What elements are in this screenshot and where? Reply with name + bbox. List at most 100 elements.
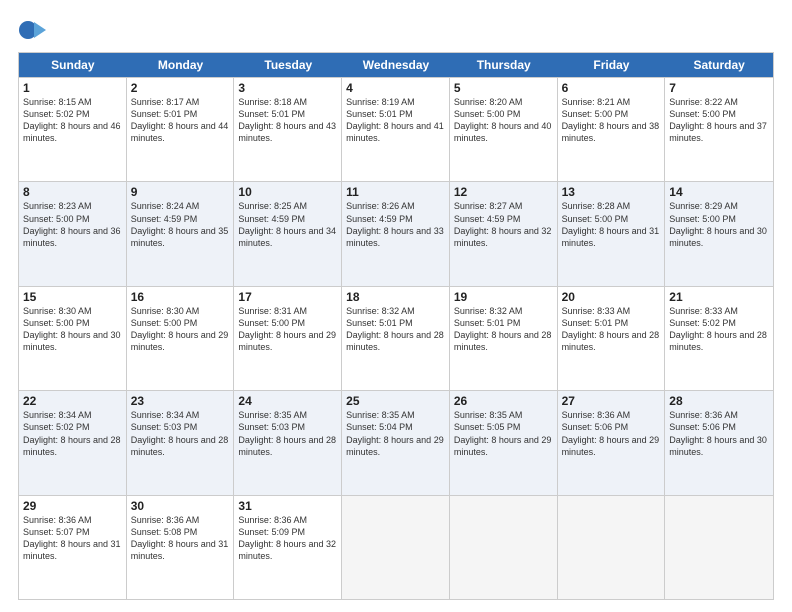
day-number: 9 — [131, 185, 230, 199]
calendar-cell: 25Sunrise: 8:35 AMSunset: 5:04 PMDayligh… — [342, 391, 450, 494]
day-number: 26 — [454, 394, 553, 408]
cell-info: Sunrise: 8:34 AMSunset: 5:02 PMDaylight:… — [23, 410, 121, 456]
day-number: 13 — [562, 185, 661, 199]
day-number: 6 — [562, 81, 661, 95]
calendar-cell: 6 Sunrise: 8:21 AMSunset: 5:00 PMDaylight… — [558, 78, 666, 181]
day-number: 30 — [131, 499, 230, 513]
day-number: 2 — [131, 81, 230, 95]
cell-info: Sunrise: 8:33 AMSunset: 5:01 PMDaylight:… — [562, 306, 660, 352]
calendar-cell: 15 Sunrise: 8:30 AMSunset: 5:00 PMDayligh… — [19, 287, 127, 390]
cell-info: Sunrise: 8:35 AMSunset: 5:05 PMDaylight:… — [454, 410, 552, 456]
cell-info: Sunrise: 8:26 AMSunset: 4:59 PMDaylight:… — [346, 201, 444, 247]
calendar-cell: 11 Sunrise: 8:26 AMSunset: 4:59 PMDayligh… — [342, 182, 450, 285]
day-number: 22 — [23, 394, 122, 408]
day-number: 17 — [238, 290, 337, 304]
header-friday: Friday — [558, 53, 666, 77]
header-sunday: Sunday — [19, 53, 127, 77]
calendar-cell: 8 Sunrise: 8:23 AMSunset: 5:00 PMDaylight… — [19, 182, 127, 285]
day-number: 20 — [562, 290, 661, 304]
cell-info: Sunrise: 8:24 AMSunset: 4:59 PMDaylight:… — [131, 201, 229, 247]
cell-info: Sunrise: 8:30 AMSunset: 5:00 PMDaylight:… — [23, 306, 121, 352]
cell-info: Sunrise: 8:31 AMSunset: 5:00 PMDaylight:… — [238, 306, 336, 352]
calendar-cell: 4 Sunrise: 8:19 AMSunset: 5:01 PMDaylight… — [342, 78, 450, 181]
calendar-cell — [342, 496, 450, 599]
cell-info: Sunrise: 8:27 AMSunset: 4:59 PMDaylight:… — [454, 201, 552, 247]
calendar-cell: 31 Sunrise: 8:36 AMSunset: 5:09 PMDayligh… — [234, 496, 342, 599]
day-number: 11 — [346, 185, 445, 199]
cell-info: Sunrise: 8:21 AMSunset: 5:00 PMDaylight:… — [562, 97, 660, 143]
day-number: 5 — [454, 81, 553, 95]
calendar-cell: 12Sunrise: 8:27 AMSunset: 4:59 PMDayligh… — [450, 182, 558, 285]
day-number: 18 — [346, 290, 445, 304]
cell-info: Sunrise: 8:28 AMSunset: 5:00 PMDaylight:… — [562, 201, 660, 247]
day-number: 10 — [238, 185, 337, 199]
calendar-cell: 3Sunrise: 8:18 AMSunset: 5:01 PMDaylight… — [234, 78, 342, 181]
header-thursday: Thursday — [450, 53, 558, 77]
day-number: 14 — [669, 185, 769, 199]
day-number: 27 — [562, 394, 661, 408]
cell-info: Sunrise: 8:36 AMSunset: 5:07 PMDaylight:… — [23, 515, 121, 561]
cell-info: Sunrise: 8:34 AMSunset: 5:03 PMDaylight:… — [131, 410, 229, 456]
calendar-cell: 2 Sunrise: 8:17 AMSunset: 5:01 PMDaylight… — [127, 78, 235, 181]
calendar-cell: 16 Sunrise: 8:30 AMSunset: 5:00 PMDayligh… — [127, 287, 235, 390]
calendar-cell: 10 Sunrise: 8:25 AMSunset: 4:59 PMDayligh… — [234, 182, 342, 285]
calendar-cell: 30 Sunrise: 8:36 AMSunset: 5:08 PMDayligh… — [127, 496, 235, 599]
cell-info: Sunrise: 8:20 AMSunset: 5:00 PMDaylight:… — [454, 97, 552, 143]
calendar-page: Sunday Monday Tuesday Wednesday Thursday… — [0, 0, 792, 612]
calendar-cell: 26 Sunrise: 8:35 AMSunset: 5:05 PMDayligh… — [450, 391, 558, 494]
calendar-cell: 5 Sunrise: 8:20 AMSunset: 5:00 PMDaylight… — [450, 78, 558, 181]
cell-info: Sunrise: 8:36 AMSunset: 5:06 PMDaylight:… — [669, 410, 767, 456]
cell-info: Sunrise: 8:15 AMSunset: 5:02 PMDaylight:… — [23, 97, 121, 143]
calendar-row-1: 1 Sunrise: 8:15 AMSunset: 5:02 PMDaylight… — [19, 77, 773, 181]
header-saturday: Saturday — [665, 53, 773, 77]
cell-info: Sunrise: 8:22 AMSunset: 5:00 PMDaylight:… — [669, 97, 767, 143]
header-monday: Monday — [127, 53, 235, 77]
day-number: 7 — [669, 81, 769, 95]
cell-info: Sunrise: 8:23 AMSunset: 5:00 PMDaylight:… — [23, 201, 121, 247]
calendar-row-2: 8 Sunrise: 8:23 AMSunset: 5:00 PMDaylight… — [19, 181, 773, 285]
day-number: 1 — [23, 81, 122, 95]
calendar-cell: 20 Sunrise: 8:33 AMSunset: 5:01 PMDayligh… — [558, 287, 666, 390]
logo-icon — [18, 16, 46, 44]
cell-info: Sunrise: 8:18 AMSunset: 5:01 PMDaylight:… — [238, 97, 336, 143]
calendar-cell — [450, 496, 558, 599]
calendar-cell: 1 Sunrise: 8:15 AMSunset: 5:02 PMDaylight… — [19, 78, 127, 181]
cell-info: Sunrise: 8:19 AMSunset: 5:01 PMDaylight:… — [346, 97, 444, 143]
cell-info: Sunrise: 8:35 AMSunset: 5:03 PMDaylight:… — [238, 410, 336, 456]
calendar-cell: 17 Sunrise: 8:31 AMSunset: 5:00 PMDayligh… — [234, 287, 342, 390]
cell-info: Sunrise: 8:30 AMSunset: 5:00 PMDaylight:… — [131, 306, 229, 352]
calendar-cell: 19Sunrise: 8:32 AMSunset: 5:01 PMDayligh… — [450, 287, 558, 390]
cell-info: Sunrise: 8:36 AMSunset: 5:09 PMDaylight:… — [238, 515, 336, 561]
calendar: Sunday Monday Tuesday Wednesday Thursday… — [18, 52, 774, 600]
cell-info: Sunrise: 8:32 AMSunset: 5:01 PMDaylight:… — [346, 306, 444, 352]
day-number: 4 — [346, 81, 445, 95]
calendar-cell: 13 Sunrise: 8:28 AMSunset: 5:00 PMDayligh… — [558, 182, 666, 285]
day-number: 15 — [23, 290, 122, 304]
header-tuesday: Tuesday — [234, 53, 342, 77]
cell-info: Sunrise: 8:36 AMSunset: 5:08 PMDaylight:… — [131, 515, 229, 561]
day-number: 29 — [23, 499, 122, 513]
page-header — [18, 16, 774, 44]
day-number: 31 — [238, 499, 337, 513]
day-number: 19 — [454, 290, 553, 304]
calendar-cell: 27 Sunrise: 8:36 AMSunset: 5:06 PMDayligh… — [558, 391, 666, 494]
day-number: 16 — [131, 290, 230, 304]
calendar-row-3: 15 Sunrise: 8:30 AMSunset: 5:00 PMDayligh… — [19, 286, 773, 390]
calendar-cell: 24 Sunrise: 8:35 AMSunset: 5:03 PMDayligh… — [234, 391, 342, 494]
calendar-cell — [558, 496, 666, 599]
cell-info: Sunrise: 8:29 AMSunset: 5:00 PMDaylight:… — [669, 201, 767, 247]
calendar-row-5: 29 Sunrise: 8:36 AMSunset: 5:07 PMDayligh… — [19, 495, 773, 599]
cell-info: Sunrise: 8:25 AMSunset: 4:59 PMDaylight:… — [238, 201, 336, 247]
day-number: 8 — [23, 185, 122, 199]
cell-info: Sunrise: 8:17 AMSunset: 5:01 PMDaylight:… — [131, 97, 229, 143]
logo — [18, 16, 50, 44]
calendar-cell — [665, 496, 773, 599]
day-number: 24 — [238, 394, 337, 408]
calendar-row-4: 22 Sunrise: 8:34 AMSunset: 5:02 PMDayligh… — [19, 390, 773, 494]
header-wednesday: Wednesday — [342, 53, 450, 77]
day-number: 28 — [669, 394, 769, 408]
cell-info: Sunrise: 8:36 AMSunset: 5:06 PMDaylight:… — [562, 410, 660, 456]
day-number: 25 — [346, 394, 445, 408]
day-number: 21 — [669, 290, 769, 304]
calendar-cell: 22 Sunrise: 8:34 AMSunset: 5:02 PMDayligh… — [19, 391, 127, 494]
